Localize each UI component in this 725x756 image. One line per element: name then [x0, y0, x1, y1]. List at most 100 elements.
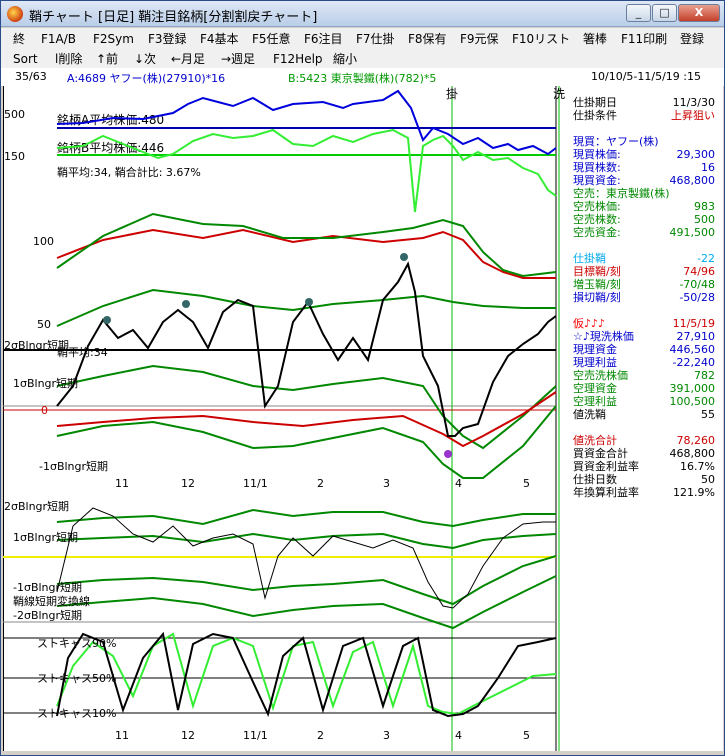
panel-row-key: 空理利益 [573, 395, 617, 408]
panel-row-key: 買資金合計 [573, 447, 628, 460]
menu-f10-list[interactable]: F10リスト [512, 30, 570, 48]
panel-row-value: 491,500 [669, 226, 716, 239]
panel-row-key: 目標鞘/刻 [573, 265, 621, 278]
panel-row-key: 仕掛期日 [573, 96, 617, 109]
menu-weekly[interactable]: →週足 [221, 50, 255, 68]
panel-row-value: 78,260 [676, 434, 716, 447]
menu-f5-any[interactable]: F5任意 [252, 30, 291, 48]
panel-row-value: 11/3/30 [672, 96, 715, 109]
y-tick-100: 100 [33, 235, 54, 248]
panel-row: 仕掛鞘 -22 [567, 252, 721, 265]
panel-row-key: 空売洗株価 [573, 369, 628, 382]
month-label: 4 [455, 729, 462, 742]
menu-prev[interactable]: ↑前 [96, 50, 118, 68]
panel-row: 空売：東京製鐵(株) [567, 187, 721, 200]
menu-f4-basic[interactable]: F4基本 [200, 30, 239, 48]
panel-row-value: 782 [694, 369, 715, 382]
panel-row-key: 値洗鞘 [573, 408, 606, 421]
month-label: 11/1 [243, 729, 268, 742]
panel-row-value: 468,800 [669, 174, 716, 187]
sigma-minus1-label: -1σBlngr短期 [39, 459, 108, 473]
panel-row-key: 仕掛日数 [573, 473, 617, 486]
window-title: 鞘チャート [日足] 鞘注目銘柄[分割割戻チャート] [29, 10, 318, 25]
menu-bar: 終 F1A/B F2Sym F3登録 F4基本 F5任意 F6注目 F7仕掛 F… [1, 28, 724, 68]
menu-next[interactable]: ↓次 [134, 50, 156, 68]
conversion-line-label: 鞘線短期変換線 [13, 594, 90, 608]
signal-dot [305, 298, 313, 306]
panel-row: 現買株価: 29,300 [567, 148, 721, 161]
status-row: 35/63 A:4689 ヤフー(株)(27910)*16 B:5423 東京製… [1, 68, 724, 86]
menu-quit[interactable]: 終 [13, 30, 25, 48]
menu-f2-sym[interactable]: F2Sym [93, 30, 134, 48]
spread-ratio-label: 鞘平均:34, 鞘合計比: 3.67% [57, 165, 201, 179]
month-label: 2 [317, 477, 324, 490]
menu-delete[interactable]: l削除 [55, 50, 82, 68]
panel-row-value: 16.7% [680, 460, 715, 473]
panel-row-key: 空売株数: [573, 213, 621, 226]
title-bar[interactable]: 鞘チャート [日足] 鞘注目銘柄[分割割戻チャート] _ □ X [1, 1, 724, 27]
menu-f1-ab[interactable]: F1A/B [41, 30, 76, 48]
panel-row: 買資金利益率 16.7% [567, 460, 721, 473]
menu-f12-help[interactable]: F12Help [273, 50, 323, 68]
maximize-button[interactable]: □ [652, 4, 677, 22]
panel-row [567, 304, 721, 317]
menu-register[interactable]: 登録 [680, 30, 704, 48]
panel-row-key: 買資金利益率 [573, 460, 639, 473]
menu-f6-watch[interactable]: F6注目 [304, 30, 343, 48]
panel-row: 増玉鞘/刻 -70/48 [567, 278, 721, 291]
menu-f7-entry[interactable]: F7仕掛 [356, 30, 395, 48]
panel-row [567, 239, 721, 252]
month-label: 12 [181, 477, 195, 490]
panel-row-key: 現理資金 [573, 343, 617, 356]
panel-row-value: 468,800 [669, 447, 716, 460]
close-button[interactable]: X [678, 4, 720, 22]
panel-row: 年換算利益率 121.9% [567, 486, 721, 499]
menu-sort[interactable]: Sort [13, 50, 38, 68]
panel-row: 空理資金 391,000 [567, 382, 721, 395]
sigma1b-label: 1σBlngr短期 [13, 530, 78, 544]
panel-row-key: 仕掛条件 [573, 109, 617, 122]
app-window: 鞘チャート [日足] 鞘注目銘柄[分割割戻チャート] _ □ X 終 F1A/B… [0, 0, 725, 756]
panel-row-value: 50 [701, 473, 715, 486]
panel-row-key: 現買株数: [573, 161, 621, 174]
signal-dot [103, 316, 111, 324]
panel-row-key: ☆♪現洗株価 [573, 330, 634, 343]
panel-row: 空売株価: 983 [567, 200, 721, 213]
panel-row: 仕掛日数 50 [567, 473, 721, 486]
panel-row-value: 16 [701, 161, 715, 174]
panel-row-value: 500 [694, 213, 715, 226]
position-info-panel: 仕掛期日 11/3/30 仕掛条件 上昇狙い 現買：ヤフー(株) 現買株価: 29,300 現… [567, 86, 723, 499]
panel-row: 空理利益 100,500 [567, 395, 721, 408]
menu-monthly[interactable]: ←月足 [171, 50, 205, 68]
panel-row [567, 122, 721, 135]
month-label: 3 [383, 477, 390, 490]
panel-row-value: 100,500 [669, 395, 716, 408]
panel-row-value: 121.9% [673, 486, 715, 499]
chart-left-border [3, 86, 4, 751]
signal-dot [182, 300, 190, 308]
menu-f3-register[interactable]: F3登録 [148, 30, 187, 48]
menu-candle[interactable]: 箸棒 [583, 30, 607, 48]
menu-f11-print[interactable]: F11印刷 [621, 30, 667, 48]
panel-row-value: 27,910 [676, 330, 716, 343]
menu-f8-hold[interactable]: F8保有 [408, 30, 447, 48]
panel-row-value: 29,300 [676, 148, 716, 161]
month-label: 11 [115, 477, 129, 490]
panel-row-value: 983 [694, 200, 715, 213]
sigma-minus1b-label: -1σBlngr短期 [13, 580, 82, 594]
panel-row: 仕掛条件 上昇狙い [567, 109, 721, 122]
menu-f9-orig-hold[interactable]: F9元保 [460, 30, 499, 48]
signal-dot [400, 253, 408, 261]
panel-row-key: 現買資金: [573, 174, 621, 187]
sigma-minus2b-label: -2σBlngr短期 [13, 608, 82, 622]
panel-row-value: 上昇狙い [671, 109, 715, 122]
panel-row-key: 空売株価: [573, 200, 621, 213]
y-tick-50: 50 [37, 318, 51, 331]
y-tick-150: 150 [4, 150, 25, 163]
panel-row-key: 年換算利益率 [573, 486, 639, 499]
month-label: 2 [317, 729, 324, 742]
panel-row-key: 空売：東京製鐵(株) [573, 187, 670, 200]
menu-shrink[interactable]: 縮小 [333, 50, 357, 68]
minimize-button[interactable]: _ [626, 4, 651, 22]
panel-row: 空売株数: 500 [567, 213, 721, 226]
